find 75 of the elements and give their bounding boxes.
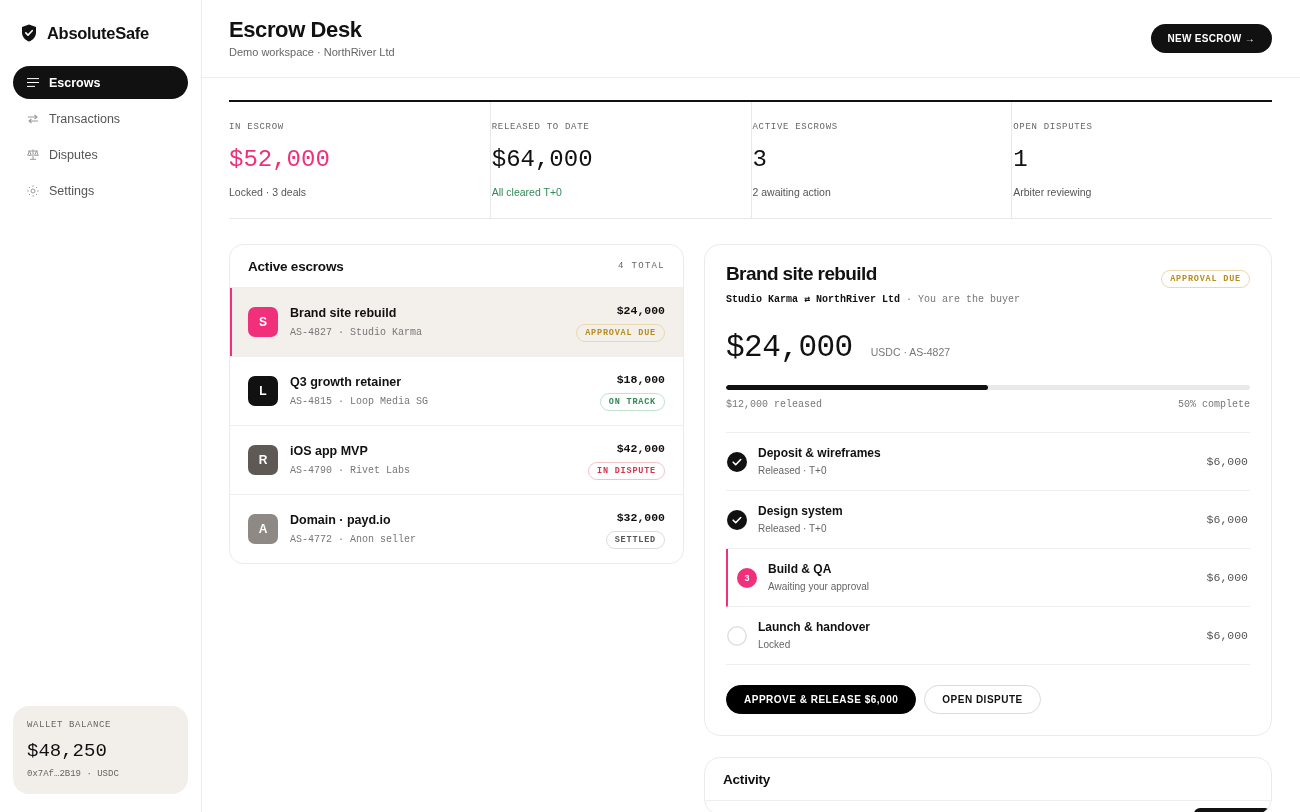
nav-item[interactable]: Disputes (13, 138, 188, 171)
escrow-name: Q3 growth retainer (290, 373, 402, 391)
escrow-amount: $42,000 (616, 440, 665, 456)
settings-icon (27, 184, 39, 197)
parties-text: Studio Karma ⇄ NorthRiver Ltd · You are the buyer (726, 293, 1022, 307)
nav-item[interactable]: Escrows (13, 66, 188, 99)
stat-note: 2 awaiting action (752, 185, 831, 199)
check-circle-icon (727, 509, 747, 530)
stat-label: RELEASED TO DATE (491, 121, 590, 133)
milestone-title: Design system (758, 503, 843, 519)
avatar: A (248, 514, 278, 544)
released-text: $12,000 released (726, 398, 822, 411)
escrow-name: iOS app MVP (290, 442, 368, 460)
avatar: L (248, 376, 278, 406)
wallet-address: 0x7Af…2B19 · USDC (27, 768, 120, 780)
escrow-row[interactable]: S Brand site rebuild AS-4827 · Studio Karma $24,000 APPROVAL DUE (230, 287, 683, 356)
milestone-note: Released · T+0 (758, 464, 827, 478)
milestone-title: Deposit & wireframes (758, 445, 881, 461)
nav-item[interactable]: Transactions (13, 102, 188, 135)
shield-check-icon (21, 24, 37, 42)
complete-text: 50% complete (1178, 398, 1250, 411)
stat-label: OPEN DISPUTES (1013, 121, 1093, 133)
page-title: Escrow Desk (229, 17, 363, 43)
stat-value: 3 (752, 145, 767, 175)
action-button[interactable]: APPROVE & RELEASE $6,000 (726, 685, 917, 714)
brand-name: AbsoluteSafe (47, 23, 149, 43)
card-title: Activity (723, 771, 771, 787)
check-circle-icon (727, 451, 747, 472)
escrow-row[interactable]: R iOS app MVP AS-4790 · Rivet Labs $42,000 IN DISPUTE (230, 425, 683, 494)
detail-amount: $24,000 (726, 329, 853, 367)
detail-title: Brand site rebuild (726, 262, 877, 286)
nav-item[interactable]: Settings (13, 174, 188, 207)
stat-value: 1 (1013, 145, 1028, 175)
stat-value: $64,000 (491, 145, 593, 175)
milestone-note: Awaiting your approval (768, 580, 869, 594)
page-subtitle: Demo workspace · NorthRiver Ltd (229, 45, 395, 60)
wallet-label: WALLET BALANCE (27, 720, 112, 731)
escrow-meta: AS-4827 · Studio Karma (290, 325, 423, 340)
milestone-title: Build & QA (768, 561, 832, 577)
escrow-row[interactable]: L Q3 growth retainer AS-4815 · Loop Media SG $18,000 ON TRACK (230, 356, 683, 425)
milestone-title: Launch & handover (758, 619, 870, 635)
stat-label: ACTIVE ESCROWS (752, 121, 838, 133)
escrow-amount: $32,000 (616, 509, 665, 525)
card-title: Active escrows (248, 258, 344, 274)
milestone-note: Released · T+0 (758, 522, 827, 536)
empty-circle-icon (727, 625, 747, 646)
milestone-note: Locked (758, 638, 791, 652)
avatar: S (248, 307, 278, 337)
scale-icon (27, 149, 39, 160)
stat-label: IN ESCROW (229, 121, 284, 133)
escrow-meta: AS-4815 · Loop Media SG (290, 394, 429, 409)
wallet-balance: $48,250 (27, 739, 108, 763)
escrow-amount: $18,000 (616, 371, 665, 387)
total-count: 4 TOTAL (618, 261, 665, 271)
action-button[interactable]: OPEN DISPUTE (924, 685, 1041, 714)
escrow-row[interactable]: A Domain · payd.io AS-4772 · Anon seller $32,000 SETTLED (230, 494, 683, 563)
avatar: R (248, 445, 278, 475)
milestone-amount: $6,000 (1206, 571, 1249, 584)
swap-arrows-icon (27, 113, 39, 124)
escrow-meta: AS-4790 · Rivet Labs (290, 463, 411, 478)
currency-text: USDC · AS-4827 (870, 346, 951, 358)
escrow-amount: $24,000 (616, 302, 665, 318)
menu-icon (27, 78, 39, 87)
new-escrow-button[interactable]: NEW ESCROW → (1150, 24, 1272, 53)
escrow-name: Brand site rebuild (290, 304, 397, 322)
stat-note: Locked · 3 deals (229, 185, 307, 199)
milestone-amount: $6,000 (1206, 513, 1249, 526)
escrow-meta: AS-4772 · Anon seller (290, 532, 417, 547)
escrow-name: Domain · payd.io (290, 511, 391, 529)
milestone-amount: $6,000 (1206, 455, 1249, 468)
step-indicator: 3 (737, 567, 757, 588)
stat-note: All cleared T+0 (491, 185, 562, 199)
stat-note: Arbiter reviewing (1013, 185, 1092, 199)
stat-value: $52,000 (229, 145, 330, 175)
milestone-amount: $6,000 (1206, 629, 1249, 642)
